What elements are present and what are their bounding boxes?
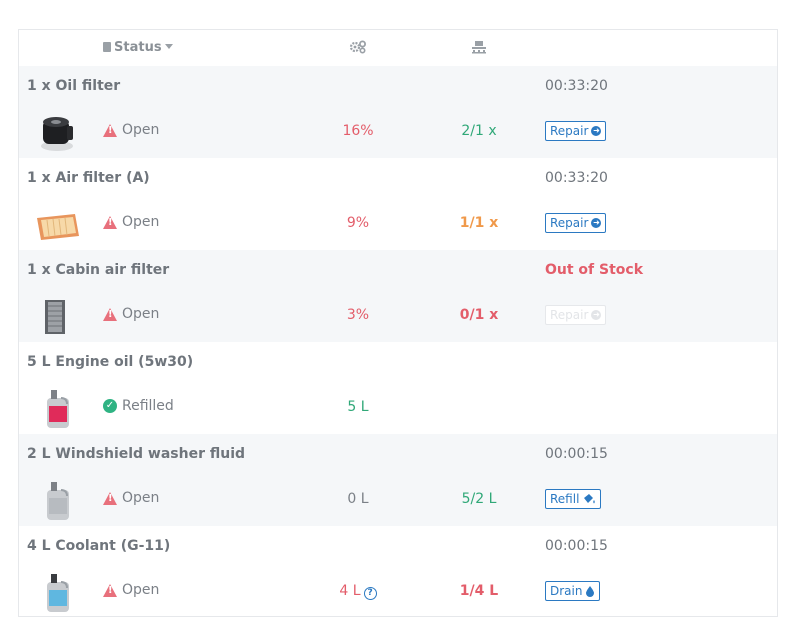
status-header-label: Status — [114, 40, 162, 55]
volume-value: 0 L — [347, 491, 369, 507]
cogs-icon — [349, 40, 366, 54]
timer: 00:33:20 — [545, 78, 608, 94]
clipboard-icon — [103, 42, 111, 52]
table-row: 2 L Windshield washer fluid 00:00:15 Ope… — [19, 434, 777, 526]
stock-quantity: 0/1 x — [459, 307, 499, 323]
condition-value: 16% — [342, 123, 374, 139]
stock-quantity: 1/4 L — [459, 583, 499, 599]
table-row: 4 L Coolant (G-11) 00:00:15 Open 4 L? 1/… — [19, 526, 777, 618]
volume-value: 4 L? — [323, 583, 393, 600]
condition-value: 3% — [346, 307, 370, 323]
repair-button[interactable]: Repair ➜ — [545, 213, 607, 233]
condition-value: 9% — [346, 215, 370, 231]
part-title: 1 x Cabin air filter — [27, 262, 170, 278]
parts-status-table: Status 1 x Oil filter 00:33:20 ! Open 16… — [18, 29, 778, 617]
out-of-stock-label: Out of Stock — [545, 262, 644, 278]
timer: 00:00:15 — [545, 538, 608, 554]
status-label: Open — [122, 122, 160, 138]
coolant-bottle-image — [47, 574, 69, 612]
status-open: Open — [103, 306, 159, 322]
status-open: Open — [103, 490, 159, 506]
pallet-icon — [472, 41, 486, 54]
arrow-circle-right-icon: ➜ — [591, 218, 602, 228]
stock-quantity: 2/1 x — [461, 123, 497, 139]
part-title: 2 L Windshield washer fluid — [27, 446, 246, 462]
warning-icon — [103, 491, 117, 505]
repair-button-disabled: Repair ➜ — [545, 305, 607, 325]
droplet-icon — [586, 586, 595, 597]
status-label: Open — [122, 490, 160, 506]
volume-value: 5 L — [347, 399, 369, 415]
button-label: Drain — [550, 584, 583, 598]
part-title: 4 L Coolant (G-11) — [27, 538, 171, 554]
button-label: Refill — [550, 492, 580, 506]
table-row: 1 x Cabin air filter Out of Stock Open 3… — [19, 250, 777, 342]
warning-icon — [103, 123, 117, 137]
status-refilled: ✓ Refilled — [103, 398, 174, 414]
caret-down-icon — [164, 44, 173, 49]
status-open: Open — [103, 214, 159, 230]
volume-text: 4 L — [339, 583, 361, 599]
part-title: 1 x Oil filter — [27, 78, 121, 94]
question-circle-icon[interactable]: ? — [363, 587, 377, 600]
table-row: 5 L Engine oil (5w30) ✓ Refilled 5 L — [19, 342, 777, 434]
warning-icon — [103, 583, 117, 597]
button-label: Repair — [550, 308, 589, 322]
fill-drip-icon — [584, 494, 596, 504]
washer-fluid-bottle-image — [47, 482, 69, 520]
status-label: Open — [122, 214, 160, 230]
table-row: 1 x Air filter (A) 00:33:20 Open 9% 1/1 … — [19, 158, 777, 250]
part-title: 1 x Air filter (A) — [27, 170, 150, 186]
button-label: Repair — [550, 216, 589, 230]
status-open: Open — [103, 582, 159, 598]
air-filter-image — [37, 214, 79, 240]
status-open: Open — [103, 122, 159, 138]
status-column-header[interactable]: Status — [103, 40, 173, 55]
stock-quantity: 5/2 L — [461, 491, 497, 507]
timer: 00:00:15 — [545, 446, 608, 462]
status-label: Open — [122, 306, 160, 322]
button-label: Repair — [550, 124, 589, 138]
table-row: 1 x Oil filter 00:33:20 Open 16% 2/1 x R… — [19, 66, 777, 158]
warning-icon — [103, 215, 117, 229]
timer: 00:33:20 — [545, 170, 608, 186]
arrow-circle-right-icon: ➜ — [591, 126, 602, 136]
status-label: Open — [122, 582, 160, 598]
part-title: 5 L Engine oil (5w30) — [27, 354, 194, 370]
engine-oil-bottle-image — [47, 390, 69, 428]
check-circle-icon: ✓ — [103, 399, 117, 413]
table-header: Status — [19, 30, 777, 67]
cabin-filter-image — [45, 300, 65, 334]
drain-button[interactable]: Drain — [545, 581, 601, 601]
status-label: Refilled — [122, 398, 174, 414]
stock-quantity: 1/1 x — [459, 215, 499, 231]
refill-button[interactable]: Refill — [545, 489, 602, 509]
repair-button[interactable]: Repair ➜ — [545, 121, 607, 141]
arrow-circle-right-icon: ➜ — [591, 310, 602, 320]
warning-icon — [103, 307, 117, 321]
oil-filter-image — [41, 117, 73, 151]
